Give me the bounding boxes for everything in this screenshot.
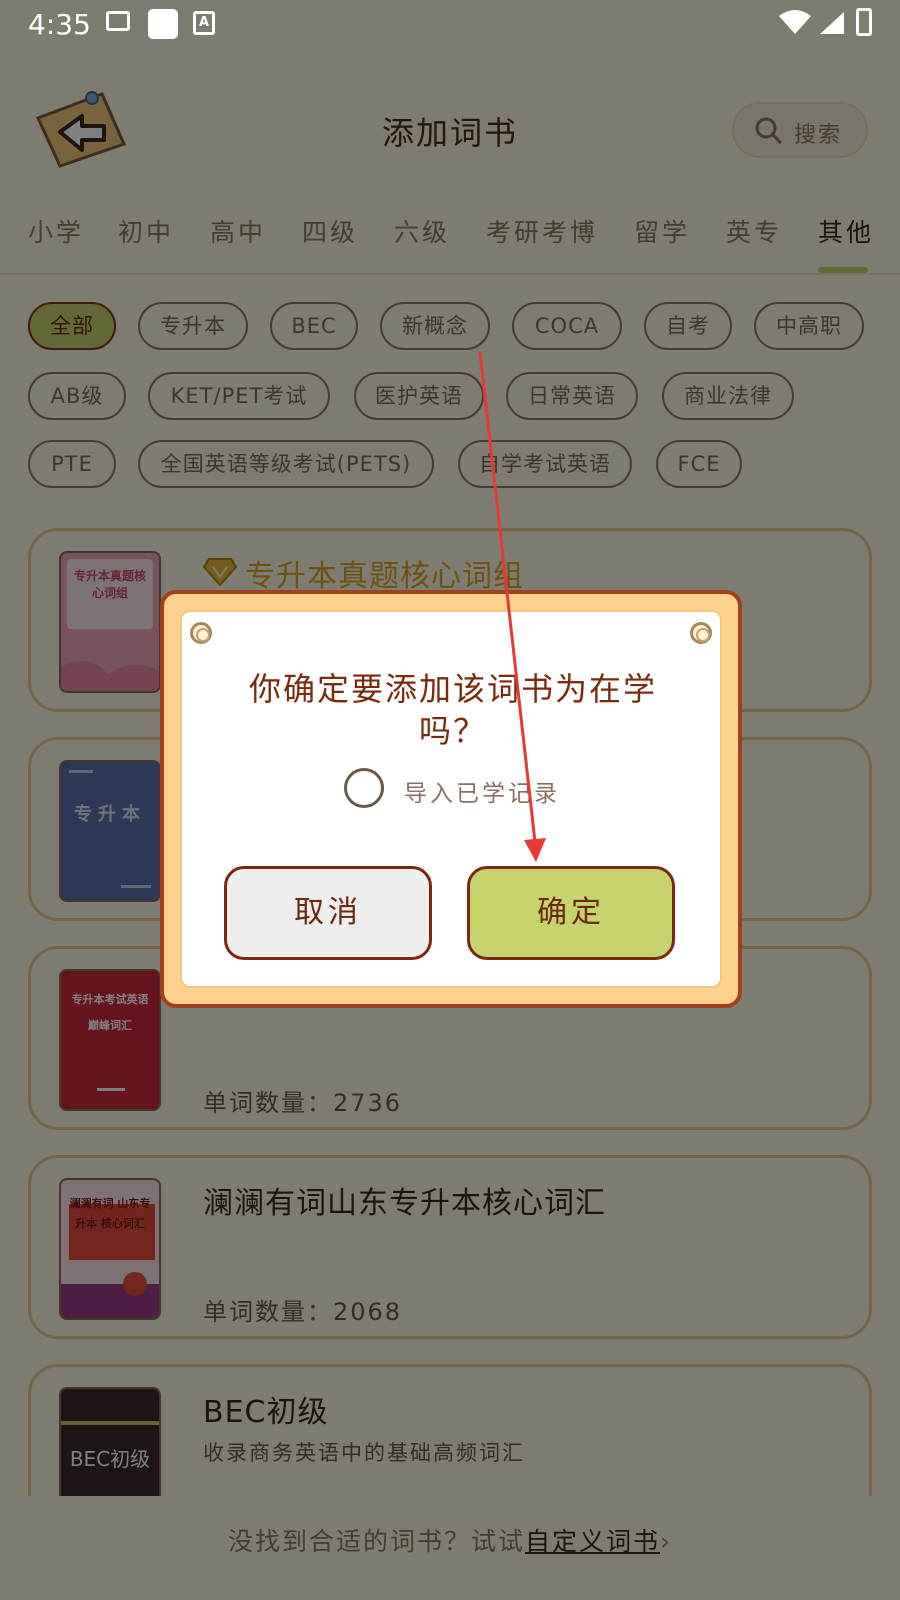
rivet-decoration-icon <box>190 622 212 644</box>
confirm-dialog: 你确定要添加该词书为在学吗？ 导入已学记录 取消 确定 <box>160 590 742 1008</box>
wifi-icon <box>779 10 811 34</box>
app-notification-icon <box>148 9 178 39</box>
import-records-label[interactable]: 导入已学记录 <box>404 774 560 808</box>
signal-icon <box>820 12 844 34</box>
import-records-radio[interactable] <box>344 768 384 808</box>
dialog-panel: 你确定要添加该词书为在学吗？ 导入已学记录 取消 确定 <box>180 610 722 988</box>
confirm-button[interactable]: 确定 <box>467 866 675 960</box>
status-bar: 4:35 A <box>0 0 900 50</box>
image-notification-icon <box>106 11 130 31</box>
cancel-button[interactable]: 取消 <box>224 866 432 960</box>
dialog-message: 你确定要添加该词书为在学吗？ <box>248 670 657 750</box>
status-time: 4:35 <box>28 8 91 41</box>
rivet-decoration-icon <box>690 622 712 644</box>
battery-icon <box>856 8 872 36</box>
font-notification-icon: A <box>193 11 215 35</box>
